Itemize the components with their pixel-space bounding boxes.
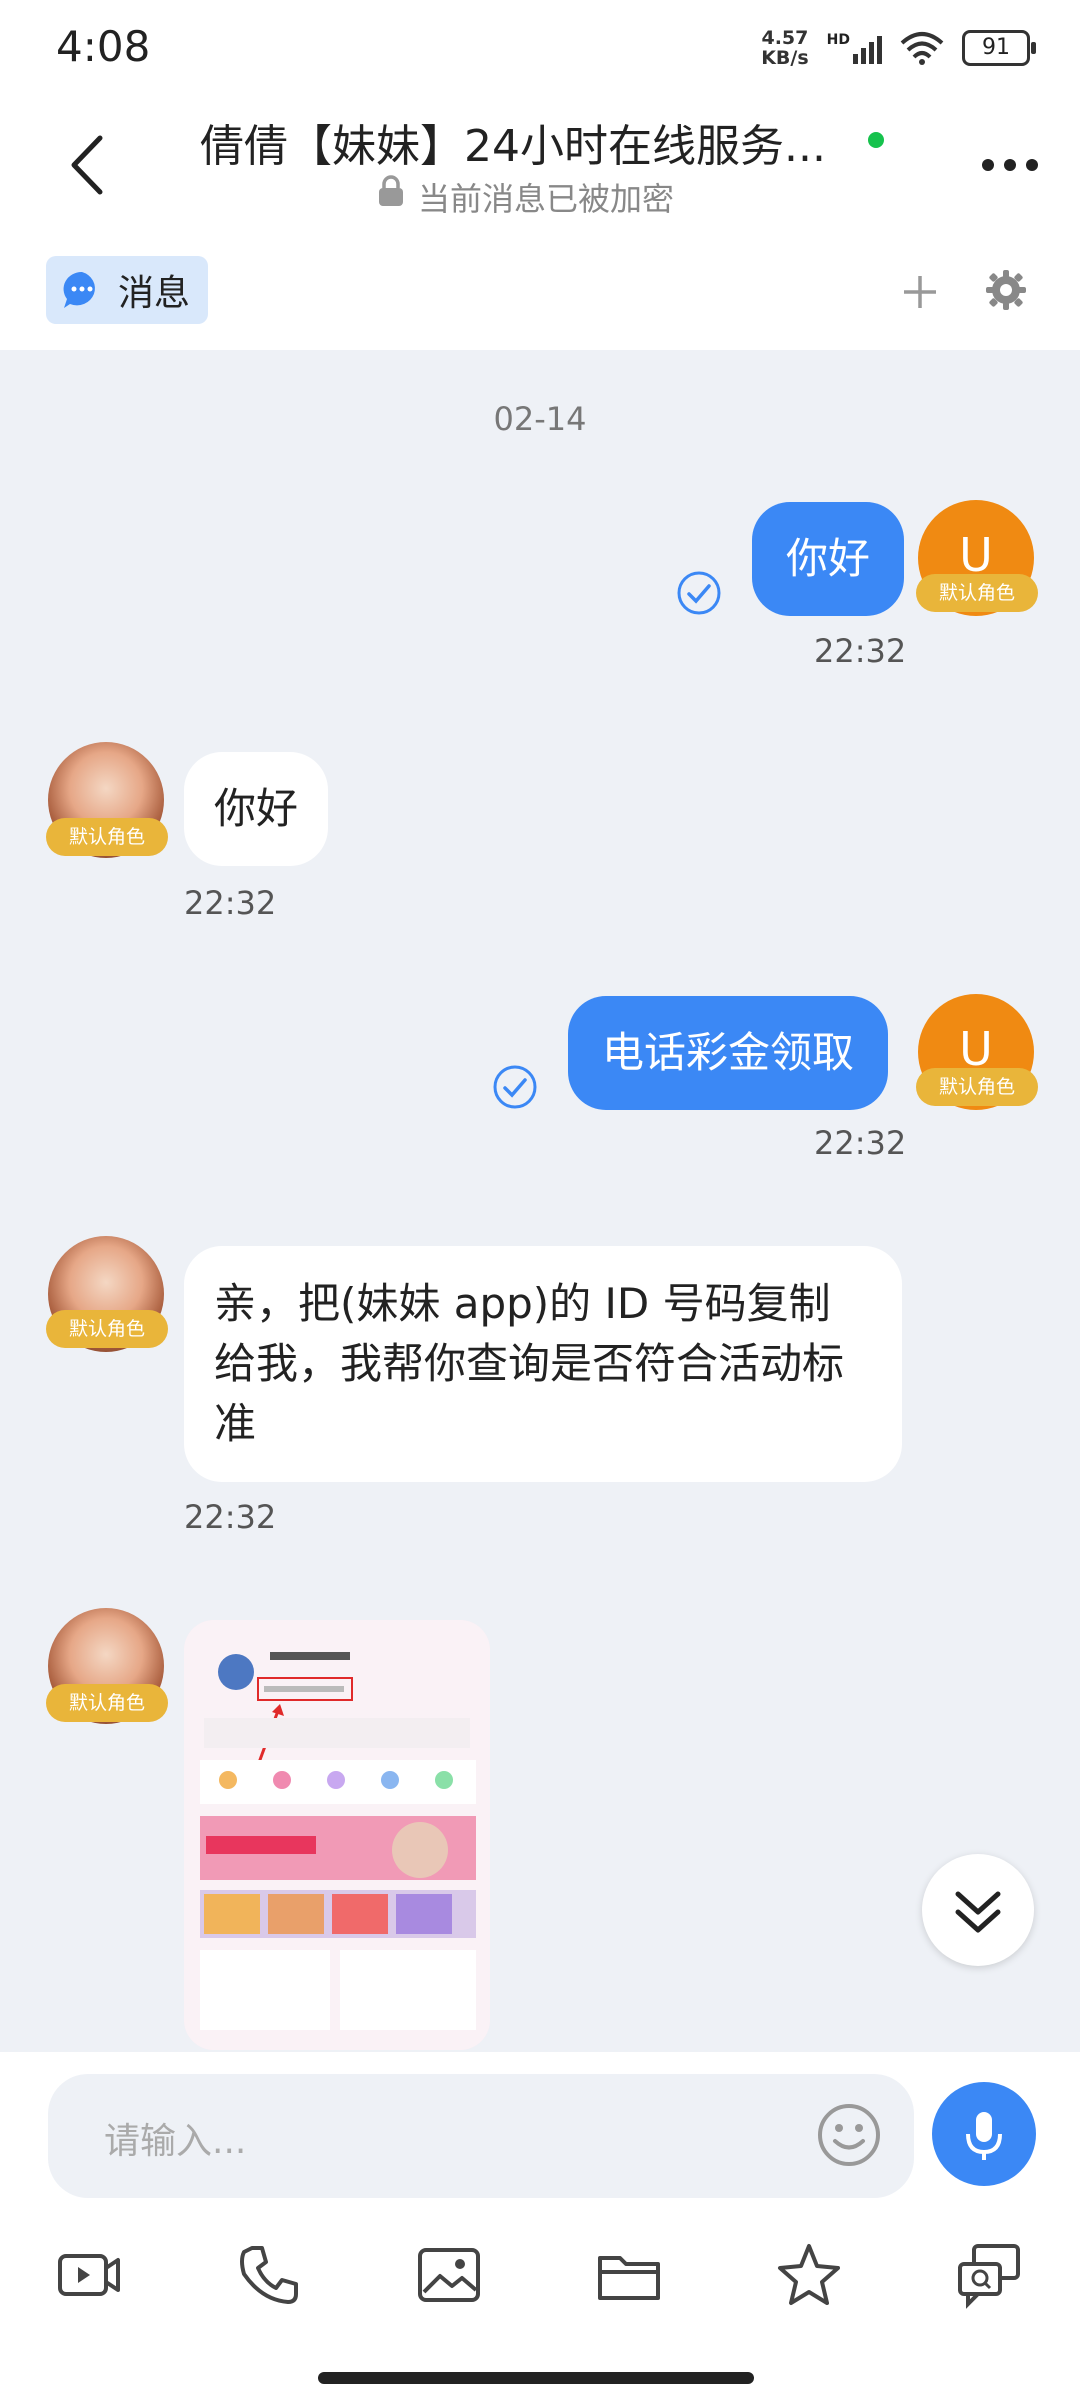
network-speed-unit: KB/s — [761, 47, 809, 69]
add-icon[interactable] — [900, 272, 940, 312]
message-time: 22:32 — [184, 1498, 277, 1536]
phone-icon[interactable] — [234, 2240, 304, 2310]
message-bubble-incoming[interactable]: 亲，把(妹妹 app)的 ID 号码复制给我，我帮你查询是否符合活动标准 — [184, 1246, 902, 1482]
more-options-icon[interactable] — [980, 150, 1040, 180]
read-check-icon — [493, 1065, 537, 1109]
image-icon[interactable] — [414, 2240, 484, 2310]
message-time: 22:32 — [814, 632, 907, 670]
role-tag: 默认角色 — [46, 818, 168, 856]
status-time: 4:08 — [56, 22, 151, 71]
image-message-screenshot[interactable] — [184, 1620, 490, 2050]
network-speed-value: 4.57 — [761, 27, 809, 49]
microphone-icon — [966, 2112, 1002, 2160]
date-divider: 02-14 — [493, 400, 587, 438]
role-tag: 默认角色 — [916, 1068, 1038, 1106]
wifi-icon — [900, 32, 944, 65]
tab-messages[interactable]: 消息 — [46, 256, 208, 324]
double-chevron-down-icon — [955, 1891, 1001, 1933]
signal-icon: HD — [827, 32, 882, 64]
tab-messages-label: 消息 — [118, 273, 191, 314]
online-status-dot — [868, 132, 884, 148]
message-bubble-incoming[interactable]: 你好 — [184, 752, 329, 866]
status-icons: 4.57 KB/s HD 91 — [761, 28, 1036, 68]
battery-icon: 91 — [962, 30, 1036, 66]
message-time: 22:32 — [814, 1124, 907, 1162]
screenshot-thumbnail — [184, 1620, 490, 2050]
chat-question-icon[interactable] — [954, 2240, 1024, 2310]
settings-gear-icon[interactable] — [984, 268, 1028, 312]
hd-label: HD — [826, 32, 850, 48]
role-tag: 默认角色 — [46, 1684, 168, 1722]
encryption-notice: 当前消息已被加密 — [418, 180, 675, 218]
role-tag: 默认角色 — [46, 1310, 168, 1348]
home-indicator[interactable] — [318, 2372, 754, 2384]
message-bubble-outgoing[interactable]: 电话彩金领取 — [568, 996, 889, 1110]
chat-title[interactable]: 倩倩【妹妹】24小时在线服务... — [200, 110, 860, 174]
lock-icon — [379, 175, 403, 206]
emoji-icon[interactable] — [816, 2102, 882, 2168]
voice-input-button[interactable] — [932, 2082, 1036, 2186]
message-input-placeholder: 请输入... — [104, 2121, 247, 2162]
video-icon[interactable] — [54, 2240, 124, 2310]
role-tag: 默认角色 — [916, 574, 1038, 612]
scroll-to-bottom-button[interactable] — [922, 1854, 1034, 1966]
message-bubble-outgoing[interactable]: 你好 — [752, 502, 905, 616]
network-speed: 4.57 KB/s — [761, 28, 808, 68]
star-icon[interactable] — [774, 2240, 844, 2310]
folder-icon[interactable] — [594, 2240, 664, 2310]
back-arrow-icon[interactable] — [60, 130, 120, 200]
chat-bubble-icon — [63, 271, 95, 308]
read-check-icon — [677, 571, 721, 615]
message-time: 22:32 — [184, 884, 277, 922]
